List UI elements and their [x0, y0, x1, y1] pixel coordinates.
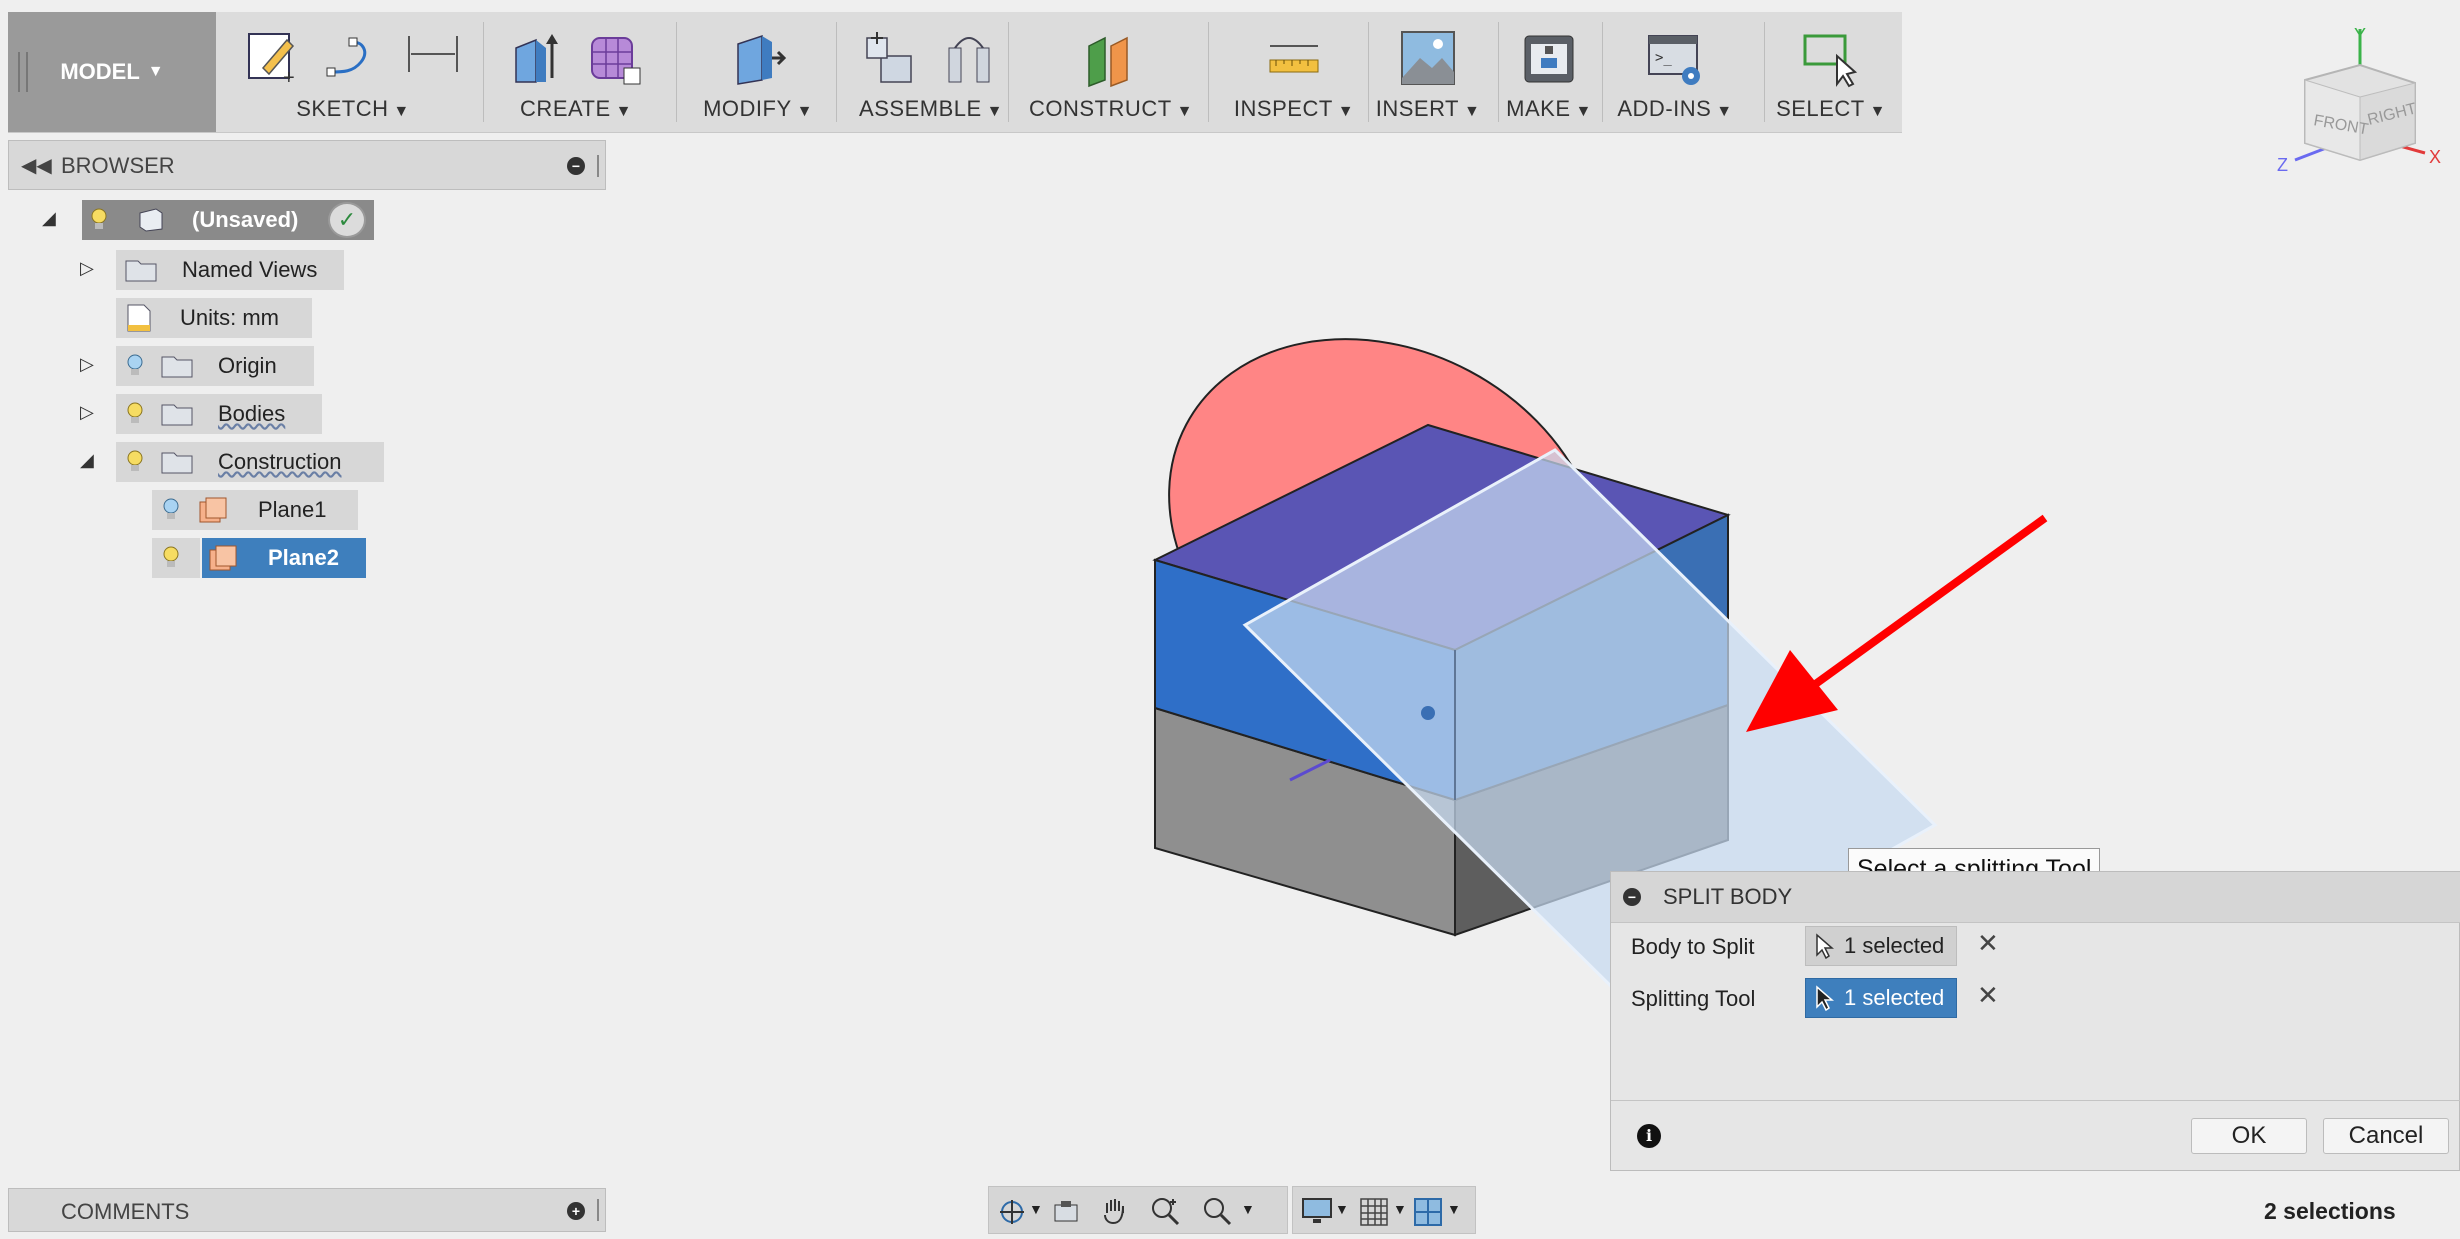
- display-settings-group: ▼ ▼ ▼: [1292, 1186, 1476, 1234]
- chevron-down-icon[interactable]: ▼: [1029, 1201, 1043, 1217]
- z-axis-label: Z: [2277, 155, 2288, 175]
- chevron-down-icon[interactable]: ▼: [1241, 1201, 1255, 1217]
- clear-body-selection-icon[interactable]: ✕: [1977, 928, 1999, 959]
- nav-tools-group: ▼ ▼: [988, 1186, 1288, 1234]
- cursor-arrow-icon: [1816, 985, 1834, 1011]
- viewcube[interactable]: FRONT RIGHT Y X Z: [2265, 25, 2455, 185]
- chevron-down-icon[interactable]: ▼: [1335, 1201, 1349, 1217]
- comments-title: COMMENTS: [61, 1199, 190, 1224]
- x-axis-label: X: [2429, 147, 2441, 167]
- info-icon[interactable]: i: [1637, 1124, 1661, 1148]
- navigation-bar: ▼ ▼ ▼ ▼ ▼: [988, 1186, 1478, 1234]
- annotation-arrow-shaft: [1807, 514, 2048, 692]
- body-to-split-value: 1 selected: [1844, 933, 1945, 958]
- display-settings-icon[interactable]: [1301, 1197, 1333, 1227]
- splitting-tool-value: 1 selected: [1844, 985, 1945, 1010]
- add-comment-icon[interactable]: +: [567, 1202, 585, 1220]
- orbit-icon[interactable]: [997, 1197, 1027, 1227]
- panel-grip[interactable]: [597, 1199, 599, 1221]
- chevron-down-icon[interactable]: ▼: [1447, 1201, 1461, 1217]
- body-to-split-label: Body to Split: [1631, 934, 1755, 959]
- grid-icon[interactable]: [1359, 1197, 1389, 1227]
- origin-point-marker: [1421, 706, 1435, 720]
- dialog-divider: [1611, 1100, 2460, 1101]
- pan-hand-icon[interactable]: [1099, 1195, 1131, 1227]
- cursor-arrow-icon: [1816, 933, 1834, 959]
- zoom-icon[interactable]: [1149, 1195, 1181, 1227]
- viewports-icon[interactable]: [1413, 1197, 1443, 1227]
- look-at-icon[interactable]: [1051, 1197, 1081, 1227]
- chevron-down-icon[interactable]: ▼: [1393, 1201, 1407, 1217]
- splitting-tool-selector[interactable]: 1 selected: [1805, 978, 1957, 1018]
- dialog-title: SPLIT BODY: [1663, 884, 1793, 909]
- splitting-tool-label: Splitting Tool: [1631, 986, 1756, 1011]
- y-axis-label: Y: [2354, 25, 2366, 45]
- collapse-dialog-icon[interactable]: −: [1623, 888, 1641, 906]
- body-to-split-selector[interactable]: 1 selected: [1805, 926, 1957, 966]
- split-body-dialog: − SPLIT BODY Body to Split 1 selected ✕ …: [1610, 871, 2460, 1171]
- dialog-header: − SPLIT BODY: [1611, 872, 2460, 923]
- ok-button[interactable]: OK: [2191, 1118, 2307, 1154]
- selection-count-status: 2 selections: [2264, 1198, 2396, 1224]
- fit-zoom-icon[interactable]: [1201, 1195, 1233, 1227]
- clear-tool-selection-icon[interactable]: ✕: [1977, 980, 1999, 1011]
- comments-panel: COMMENTS +: [8, 1188, 606, 1232]
- cancel-button[interactable]: Cancel: [2323, 1118, 2449, 1154]
